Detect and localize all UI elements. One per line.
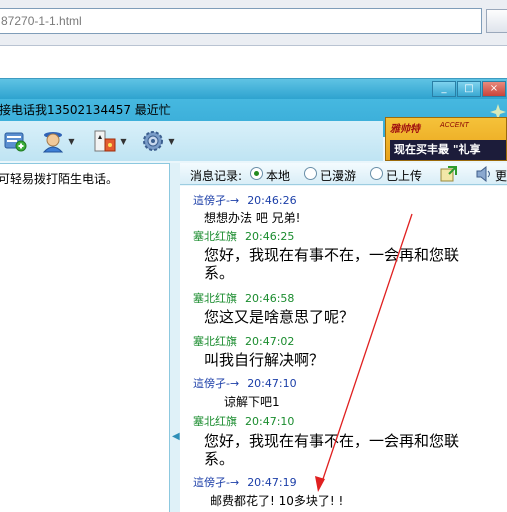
export-icon[interactable]	[440, 166, 458, 182]
maximize-button[interactable]: □	[457, 81, 481, 97]
file-add-icon	[2, 129, 28, 153]
close-button[interactable]: ×	[482, 81, 506, 97]
minimize-button[interactable]: _	[432, 81, 456, 97]
message-time: 20:47:10	[247, 377, 297, 390]
gear-icon	[140, 129, 166, 153]
info-panel: 可轻易拨打陌生电话。	[0, 163, 170, 512]
message-time: 20:46:58	[245, 292, 295, 305]
chevron-down-icon[interactable]: ▼	[67, 137, 76, 146]
message-header: 這傍孑-→ 20:47:10	[193, 375, 297, 391]
message-time: 20:46:25	[245, 230, 295, 243]
message-header: 這傍孑-→ 20:46:26	[193, 192, 297, 208]
history-header: 消息记录: 本地 已漫游 已上传 更	[180, 163, 507, 185]
radio-roaming[interactable]	[304, 167, 317, 180]
message-sender: 這傍孑-→	[193, 377, 240, 390]
message-text: 您好，我现在有事不在，一会再和您联	[204, 432, 460, 450]
message-text: 谅解下吧1	[224, 395, 280, 409]
message-sender: 塞北红旗	[193, 415, 237, 428]
message-list[interactable]: 這傍孑-→ 20:46:26 想想办法 吧 兄弟! 塞北红旗 20:46:25 您好…	[180, 186, 507, 512]
apps-icon	[92, 129, 118, 153]
message-text: 您这又是啥意思了呢？	[204, 308, 355, 326]
radio-roaming-label[interactable]: 已漫游	[320, 167, 356, 184]
send-file-button[interactable]	[2, 127, 28, 155]
video-button[interactable]: ▼	[40, 127, 76, 155]
collapse-arrow-icon[interactable]: ◀	[172, 431, 180, 442]
ad-slogan: 现在买丰最 "礼享	[390, 140, 506, 160]
apps-button[interactable]: ▼	[92, 127, 128, 155]
info-text: 可轻易拨打陌生电话。	[0, 172, 119, 186]
pane-splitter[interactable]	[170, 163, 180, 512]
message-time: 20:47:10	[245, 415, 295, 428]
chevron-down-icon[interactable]: ▼	[119, 137, 128, 146]
radio-uploaded[interactable]	[370, 167, 383, 180]
window-controls: _ □ ×	[432, 81, 507, 97]
chat-window: 接电话我13502134457 最近忙 _ □ × ▼ ▼ ▼ 雅帅特 ACCE…	[0, 78, 507, 512]
ad-sub: ACCENT	[440, 122, 469, 129]
message-text: 想想办法 吧 兄弟!	[204, 211, 301, 225]
message-text: 叫我自行解决啊？	[204, 351, 325, 369]
message-header: 塞北红旗 20:47:02	[193, 333, 294, 349]
message-time: 20:47:02	[245, 335, 295, 348]
message-sender: 塞北红旗	[193, 230, 237, 243]
message-header: 塞北红旗 20:46:58	[193, 290, 294, 306]
message-sender: 塞北红旗	[193, 335, 237, 348]
settings-button[interactable]: ▼	[140, 127, 176, 155]
message-sender: 塞北红旗	[193, 292, 237, 305]
user-video-icon	[40, 129, 66, 153]
address-text: 87270-1-1.html	[1, 14, 82, 28]
address-bar[interactable]: 87270-1-1.html	[0, 8, 482, 34]
message-text: 邮费都花了! 10多块了! !	[210, 494, 344, 508]
message-text-cont: 系。	[204, 264, 235, 282]
radio-local[interactable]	[250, 167, 263, 180]
message-sender: 這傍孑-→	[193, 476, 240, 489]
message-time: 20:46:26	[247, 194, 297, 207]
message-text: 您好，我现在有事不在，一会再和您联	[204, 246, 460, 264]
radio-uploaded-label[interactable]: 已上传	[386, 167, 422, 184]
message-header: 塞北红旗 20:47:10	[193, 413, 294, 429]
chevron-down-icon[interactable]: ▼	[167, 137, 176, 146]
browser-toolbar: 87270-1-1.html	[0, 0, 507, 46]
message-sender: 這傍孑-→	[193, 194, 240, 207]
history-label: 消息记录:	[190, 169, 243, 183]
message-header: 這傍孑-→ 20:47:19	[193, 474, 297, 490]
message-time: 20:47:19	[247, 476, 297, 489]
message-header: 塞北红旗 20:46:25	[193, 228, 294, 244]
radio-local-label[interactable]: 本地	[266, 167, 290, 184]
speaker-icon[interactable]	[475, 166, 493, 182]
message-text-cont: 系。	[204, 450, 235, 468]
page-background	[0, 47, 507, 78]
window-titlebar[interactable]	[0, 79, 507, 99]
ad-brand: 雅帅特	[390, 124, 420, 135]
chat-toolbar: ▼ ▼ ▼	[0, 121, 383, 161]
more-label[interactable]: 更	[495, 167, 507, 184]
window-title: 接电话我13502134457 最近忙	[0, 103, 171, 117]
address-go-button[interactable]	[486, 9, 507, 33]
ad-banner[interactable]: 雅帅特 ACCENT 现在买丰最 "礼享	[385, 117, 507, 161]
